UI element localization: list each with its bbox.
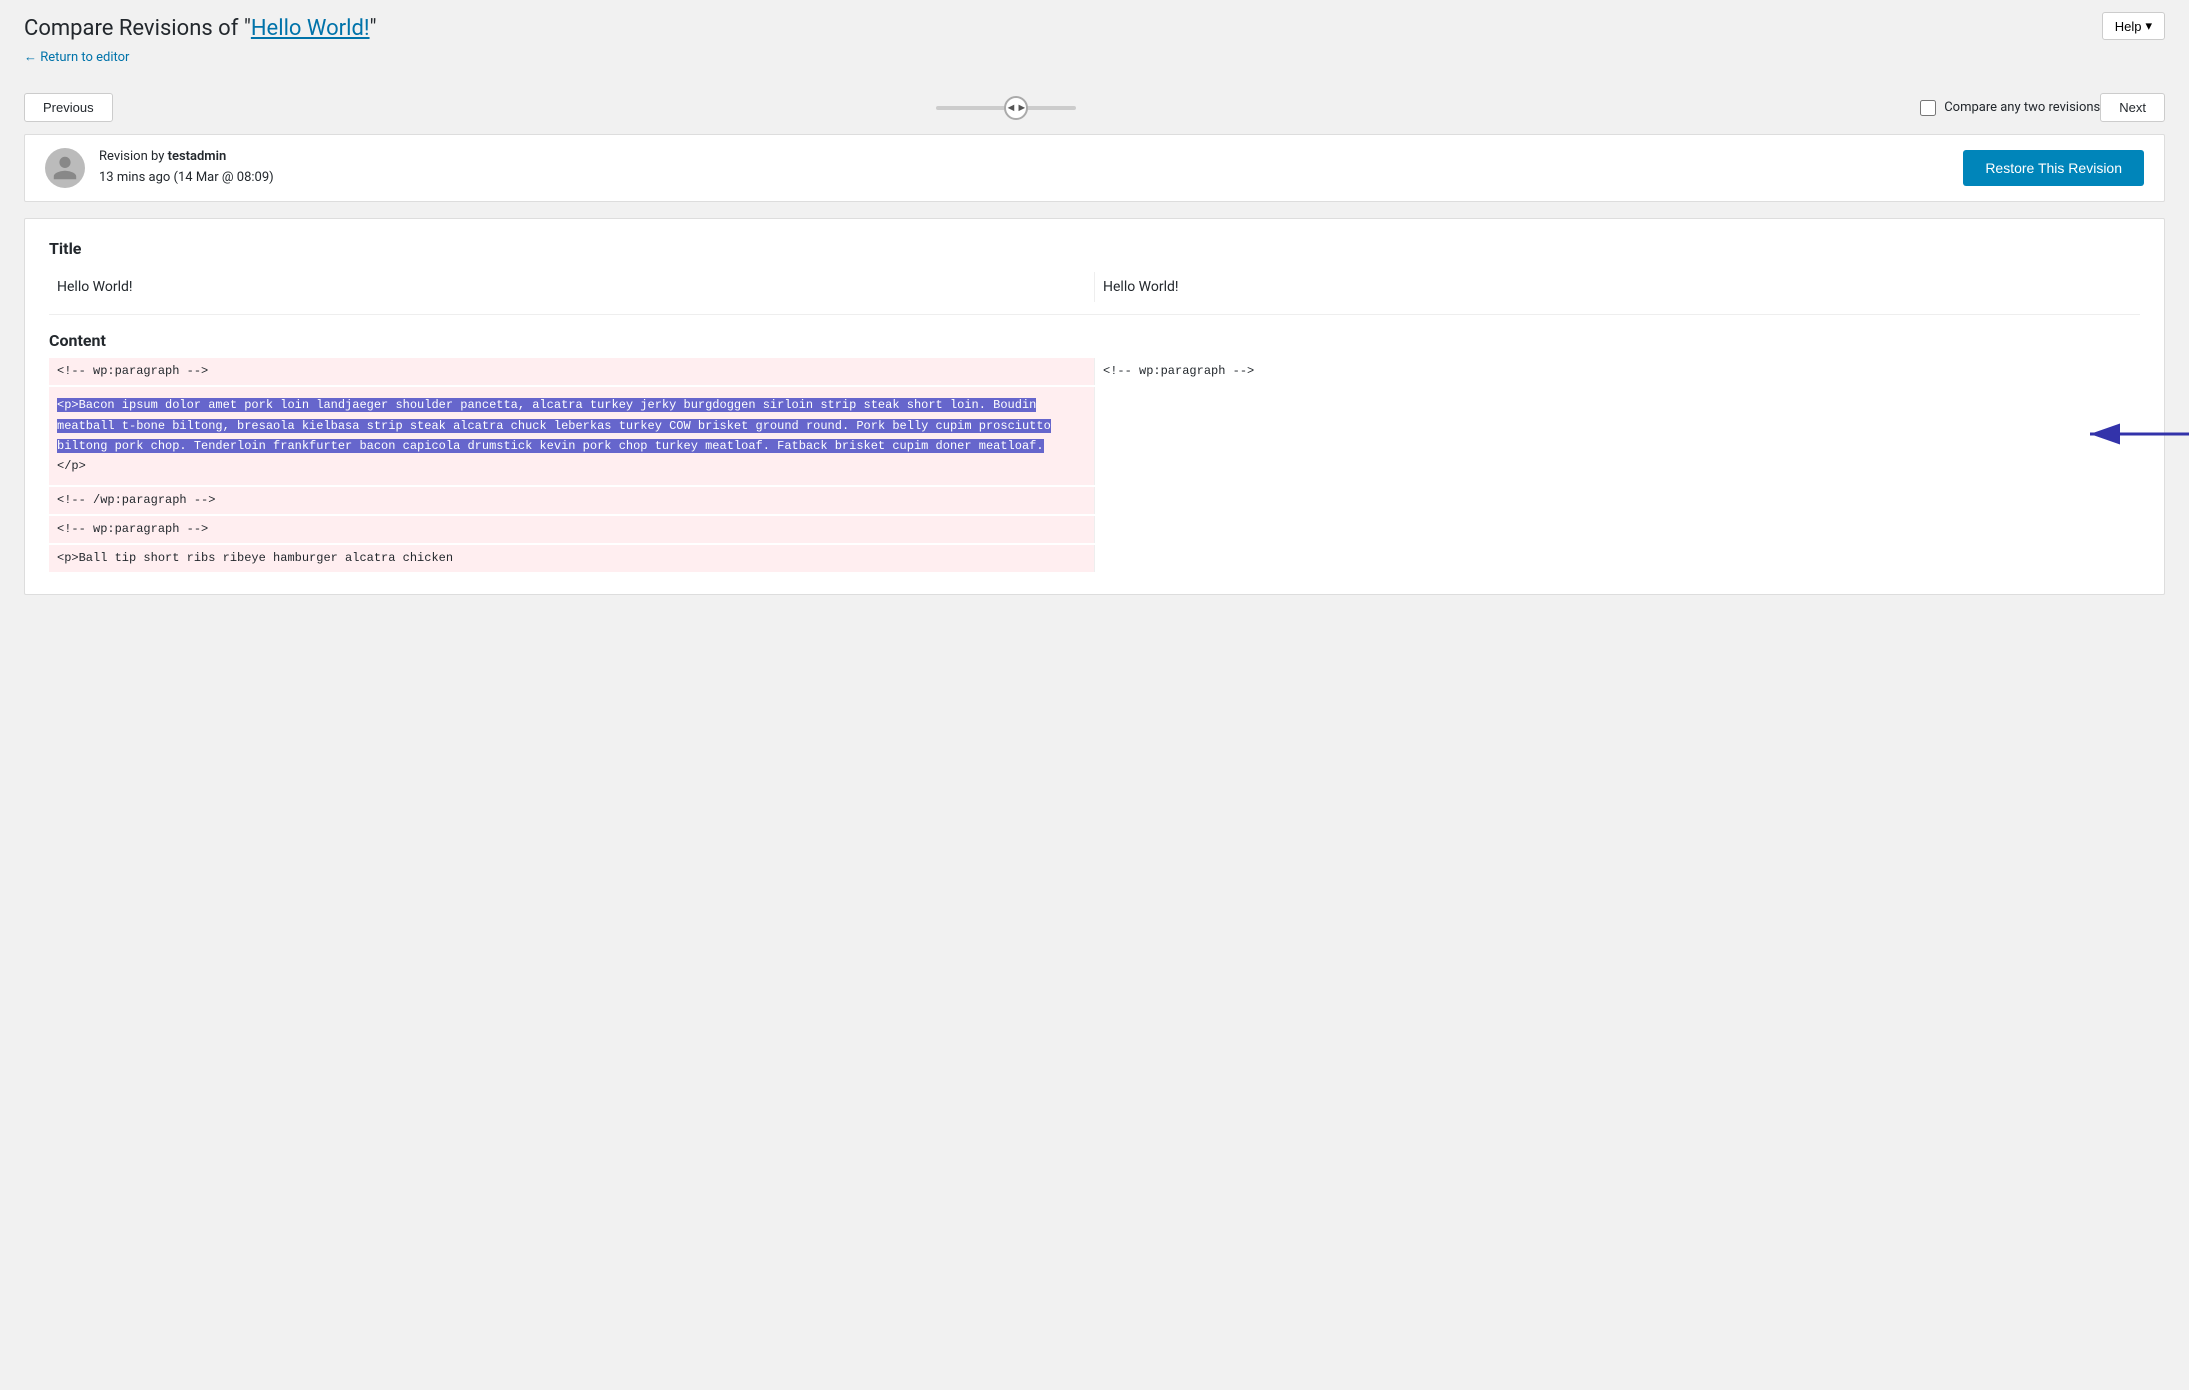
comment3-row: <!-- wp:paragraph --> [49,516,2140,543]
revision-author: testadmin [168,149,227,164]
help-button[interactable]: Help ▾ [2102,12,2165,40]
diff-container: Title Hello World! Hello World! Content … [24,218,2165,596]
post-title-link[interactable]: Hello World! [251,16,370,41]
slider-arrows-icon: ◄► [1005,101,1027,114]
page-title: Compare Revisions of "Hello World!" [24,16,2165,41]
compare-two-revisions-label: Compare any two revisions [1944,100,2100,115]
controls-bar: Previous ◄► Compare any two revisions Ne… [0,81,2189,134]
added-block-right [1095,545,2140,572]
restore-revision-button[interactable]: Restore This Revision [1963,150,2144,186]
added-block-left: <p>Ball tip short ribs ribeye hamburger … [49,545,1095,572]
removed-block-row: <p>Bacon ipsum dolor amet pork loin land… [49,387,2140,485]
blue-arrow-annotation [2080,414,2189,458]
revision-by-label: Revision by [99,149,168,164]
comment2-right [1095,487,2140,514]
return-to-editor-link[interactable]: ← Return to editor [24,49,129,65]
removed-block-left: <p>Bacon ipsum dolor amet pork loin land… [49,387,1095,485]
slider-area: ◄► [113,106,1921,110]
added-block-text: <p>Ball tip short ribs ribeye hamburger … [57,551,453,565]
removed-block-right [1095,387,2140,485]
revision-slider[interactable]: ◄► [936,106,1096,110]
title-right: Hello World! [1095,272,2140,302]
comment1-right: <!-- wp:paragraph --> [1095,358,2140,385]
revision-time-ago: 13 mins ago [99,170,170,185]
title-left: Hello World! [49,272,1095,302]
author-avatar [45,148,85,188]
help-label: Help [2115,19,2142,34]
comment1-left: <!-- wp:paragraph --> [49,358,1095,385]
slider-thumb[interactable]: ◄► [1004,96,1028,120]
slider-left-track [936,106,1006,110]
compare-two-revisions-checkbox[interactable] [1920,100,1936,116]
section-divider [49,314,2140,315]
revision-text: Revision by testadmin 13 mins ago (14 Ma… [99,147,274,189]
comment1-row: <!-- wp:paragraph --> <!-- wp:paragraph … [49,358,2140,385]
title-prefix: Compare Revisions of [24,16,244,41]
title-diff-row: Hello World! Hello World! [49,272,2140,302]
comment3-left: <!-- wp:paragraph --> [49,516,1095,543]
title-section-label: Title [49,239,2140,258]
compare-two-revisions-area: Compare any two revisions [1920,100,2100,116]
help-chevron-icon: ▾ [2145,18,2152,34]
added-block-row: <p>Ball tip short ribs ribeye hamburger … [49,545,2140,572]
revision-info: Revision by testadmin 13 mins ago (14 Ma… [45,147,274,189]
revision-date: (14 Mar @ 08:09) [174,170,274,185]
comment2-left: <!-- /wp:paragraph --> [49,487,1095,514]
previous-button[interactable]: Previous [24,93,113,122]
content-section-label: Content [49,331,2140,350]
comment2-row: <!-- /wp:paragraph --> [49,487,2140,514]
removed-text-highlight: <p>Bacon ipsum dolor amet pork loin land… [57,398,1051,453]
comment3-right [1095,516,2140,543]
revision-bar: Revision by testadmin 13 mins ago (14 Ma… [24,134,2165,202]
next-button[interactable]: Next [2100,93,2165,122]
